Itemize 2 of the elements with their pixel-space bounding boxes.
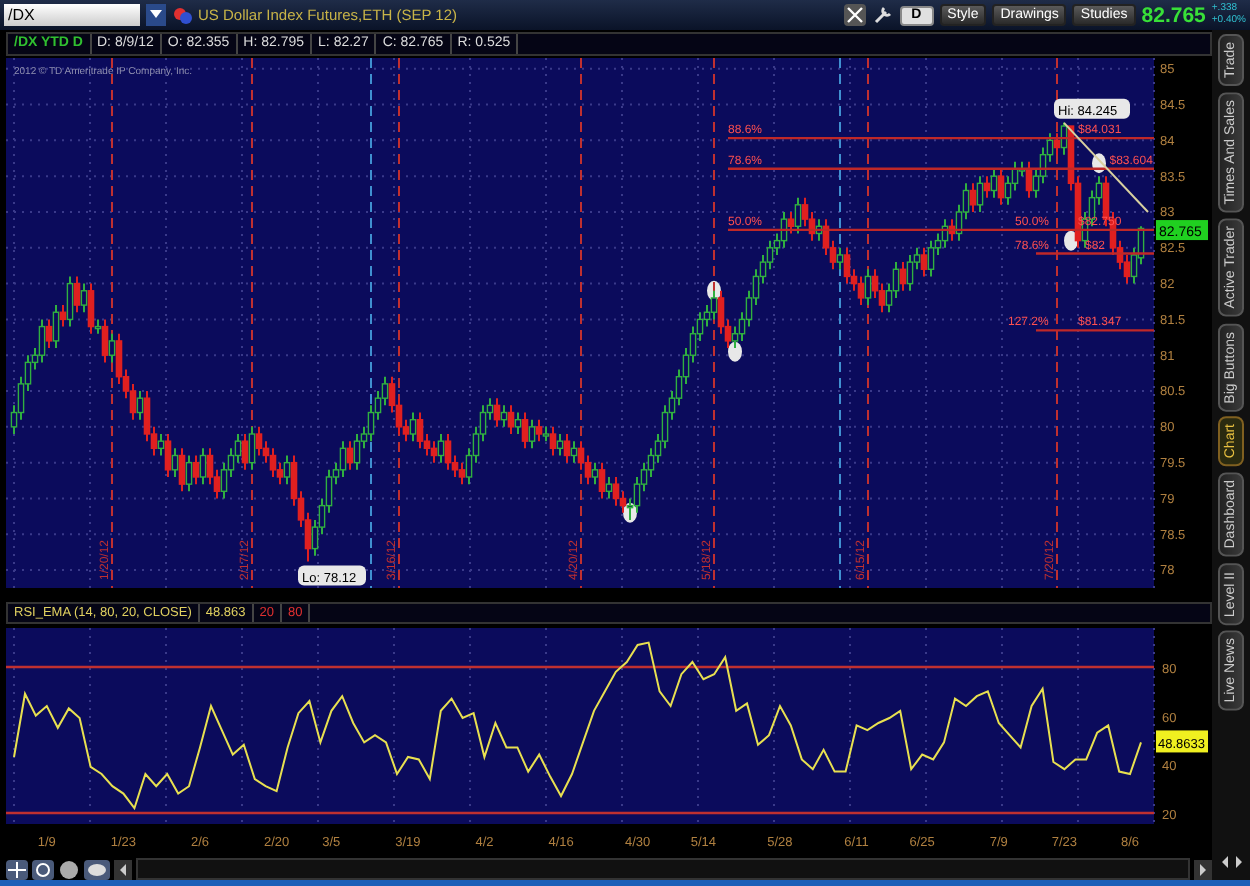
symbol-field[interactable]: /DX bbox=[4, 4, 140, 26]
last-price: 82.765 bbox=[1141, 3, 1206, 27]
